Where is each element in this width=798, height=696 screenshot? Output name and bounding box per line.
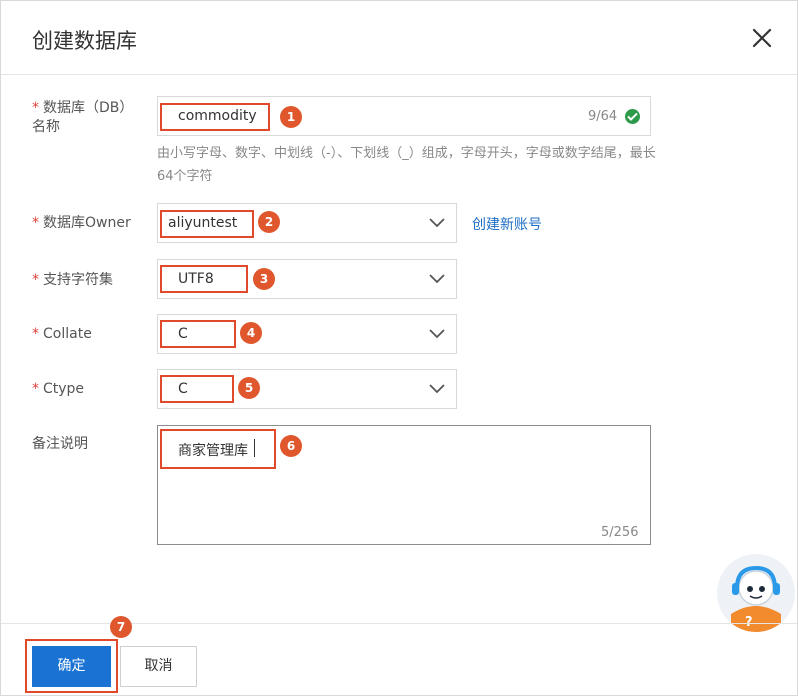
check-circle-icon: [625, 109, 640, 124]
db-name-label: * 数据库（DB）名称: [32, 100, 134, 135]
charset-label: * 支持字符集: [32, 272, 113, 288]
step-badge-6: 6: [280, 435, 302, 457]
dialog-header: 创建数据库: [1, 1, 797, 75]
remark-label: 备注说明: [32, 436, 88, 452]
create-database-dialog: 创建数据库 * 数据库（DB）名称 commodity 9/64 1 由小写字母、…: [0, 0, 798, 696]
step-badge-3: 3: [253, 268, 275, 290]
highlight-box-7: [25, 639, 118, 693]
step-badge-5: 5: [238, 377, 260, 399]
owner-label: * 数据库Owner: [32, 215, 131, 231]
required-mark: *: [32, 100, 39, 116]
step-badge-1: 1: [280, 106, 302, 128]
step-badge-2: 2: [258, 211, 280, 233]
dialog-title: 创建数据库: [32, 29, 137, 53]
db-name-hint: 由小写字母、数字、中划线（-）、下划线（_）组成，字母开头，字母或数字结尾，最长…: [157, 146, 656, 184]
close-icon[interactable]: [749, 25, 775, 51]
chevron-down-icon: [429, 218, 445, 228]
highlight-box-2: [160, 210, 254, 238]
remark-counter: 5/256: [601, 525, 639, 540]
assistant-avatar-icon[interactable]: ?: [717, 554, 795, 632]
required-mark: *: [32, 381, 39, 397]
highlight-box-5: [160, 375, 234, 403]
chevron-down-icon: [429, 384, 445, 394]
required-mark: *: [32, 326, 39, 342]
ctype-label: * Ctype: [32, 381, 85, 397]
db-name-counter: 9/64: [588, 109, 618, 124]
required-mark: *: [32, 272, 39, 288]
step-badge-7: 7: [110, 616, 132, 638]
chevron-down-icon: [429, 274, 445, 284]
highlight-box-4: [160, 320, 236, 348]
cancel-button[interactable]: 取消: [120, 646, 197, 687]
highlight-box-1: [160, 103, 270, 131]
highlight-box-6: [160, 429, 276, 469]
step-badge-4: 4: [240, 322, 262, 344]
chevron-down-icon: [429, 329, 445, 339]
collate-label: * Collate: [32, 326, 92, 342]
highlight-box-3: [160, 265, 248, 293]
required-mark: *: [32, 215, 39, 231]
create-account-link[interactable]: 创建新账号: [472, 214, 542, 234]
